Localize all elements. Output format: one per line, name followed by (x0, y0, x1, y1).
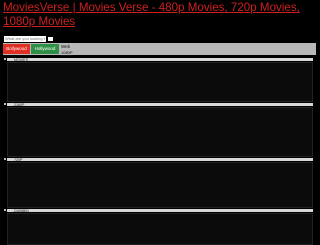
section-panel-movies (7, 62, 313, 102)
search-input[interactable] (4, 36, 46, 42)
tab-bollywood[interactable]: Bollywood (3, 44, 30, 54)
site-title-link[interactable]: MoviesVerse | Movies Verse - 480p Movies… (3, 1, 315, 29)
section-header-720p (7, 158, 313, 161)
nav-link-1080p[interactable]: 1080P (60, 50, 85, 56)
section-panel-720p (7, 162, 313, 208)
section-bullet-icon (4, 158, 6, 160)
search-button[interactable] (48, 37, 53, 41)
section-panel-dubbed (7, 213, 313, 245)
section-header-dubbed (7, 209, 313, 212)
section-panel-2160p (7, 107, 313, 157)
section-bullet-icon (4, 209, 6, 211)
section-bullet-icon (4, 103, 6, 105)
section-bullet-icon (4, 58, 6, 60)
section-header-2160p (7, 103, 313, 106)
tab-hollywood[interactable]: Hollywood (31, 44, 59, 54)
section-header-movies (7, 58, 313, 61)
